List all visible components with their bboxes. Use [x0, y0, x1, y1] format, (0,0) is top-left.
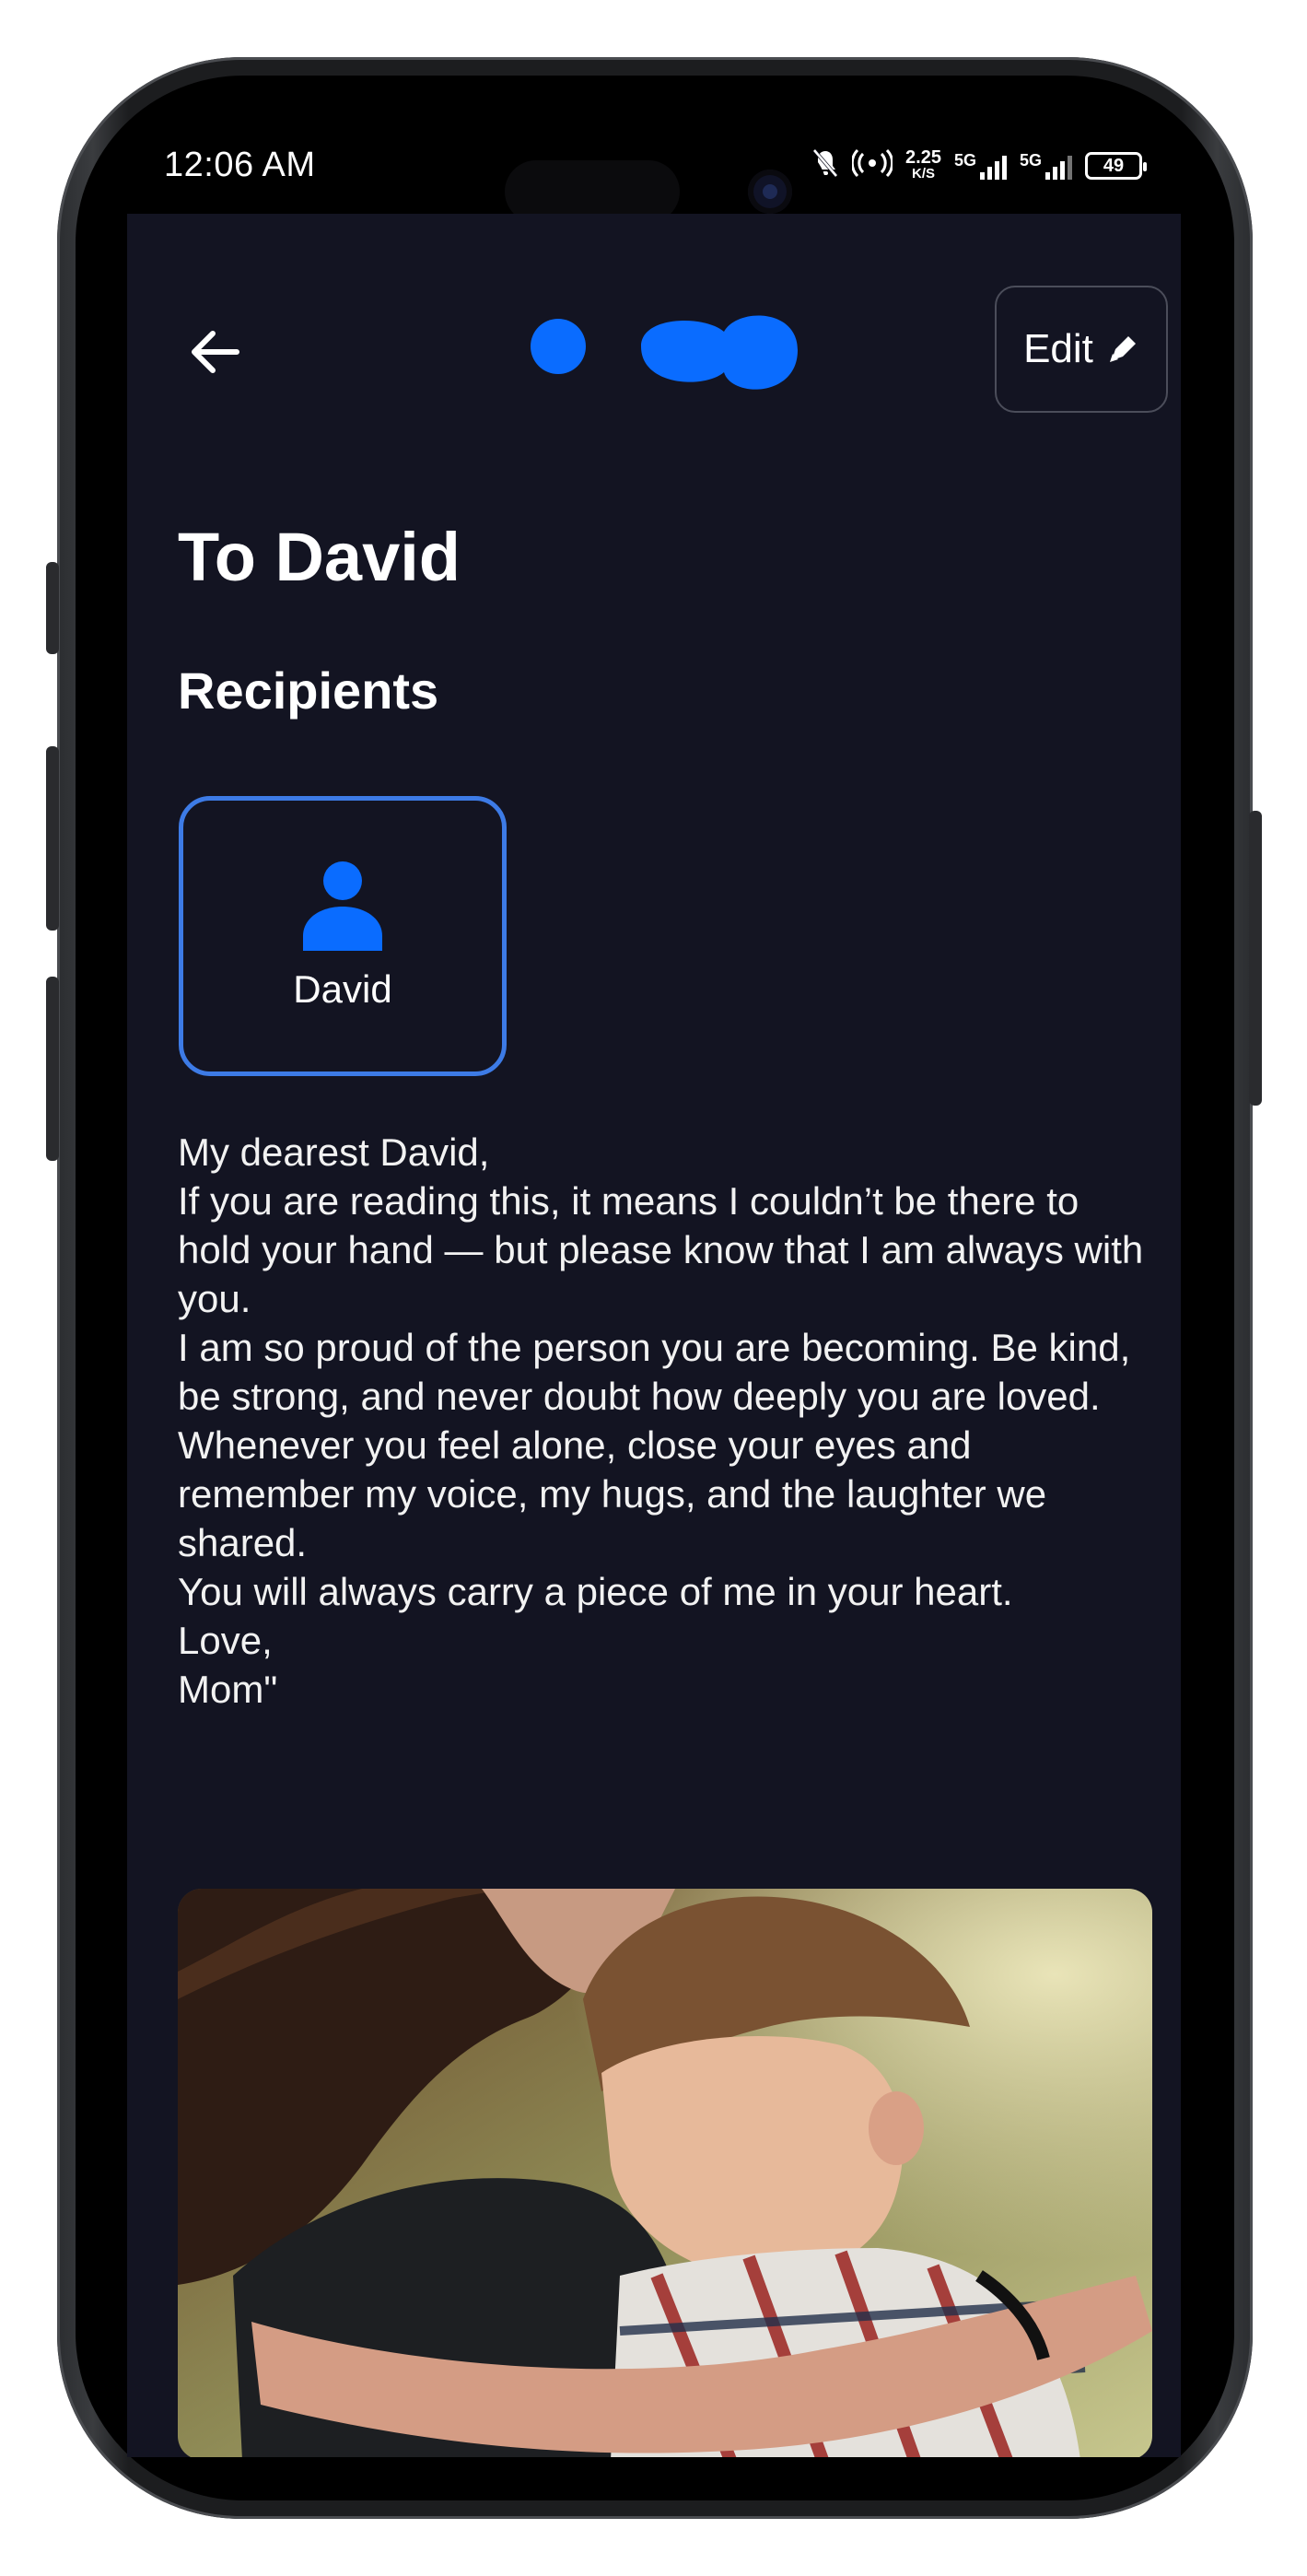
- message-body: My dearest David, If you are reading thi…: [178, 1128, 1145, 1714]
- edit-button-label: Edit: [1023, 326, 1093, 371]
- app-screen: Edit To David Recipients David My deares…: [127, 214, 1181, 2457]
- phone-button-volume-up: [46, 746, 59, 931]
- signal-2-label: 5G: [1019, 151, 1042, 170]
- status-icons: 2.25 K/S 5G 5G 49: [811, 147, 1147, 184]
- recipients-heading: Recipients: [178, 662, 439, 720]
- message-line: Love,: [178, 1619, 273, 1662]
- message-line: Mom": [178, 1668, 278, 1711]
- network-speed: 2.25 K/S: [905, 147, 941, 182]
- signal-bars-icon: [979, 152, 1007, 180]
- signal-1-label: 5G: [953, 151, 976, 170]
- phone-button-action: [46, 562, 59, 654]
- battery-level: 49: [1103, 155, 1125, 176]
- signal-1: 5G: [954, 152, 1007, 180]
- message-line: Whenever you feel alone, close your eyes…: [178, 1423, 1047, 1564]
- battery-icon: 49: [1085, 152, 1147, 180]
- app-logo: [531, 315, 798, 390]
- signal-2: 5G: [1020, 152, 1072, 180]
- recipient-card[interactable]: David: [179, 796, 507, 1076]
- network-speed-value: 2.25: [905, 147, 941, 168]
- message-line: My dearest David,: [178, 1130, 490, 1174]
- phone-button-volume-down: [46, 977, 59, 1161]
- status-time: 12:06 AM: [164, 146, 316, 184]
- network-speed-unit: K/S: [911, 166, 935, 181]
- phone-button-power: [1249, 811, 1262, 1106]
- front-camera: [748, 170, 792, 214]
- pencil-icon: [1109, 336, 1136, 362]
- attached-photo[interactable]: [178, 1889, 1152, 2457]
- photo-illustration: [178, 1889, 1152, 2457]
- recipient-name: David: [293, 967, 392, 1011]
- person-icon: [303, 861, 382, 951]
- hotspot-icon: [850, 147, 894, 184]
- signal-bars-icon: [1045, 152, 1072, 180]
- back-button[interactable]: [182, 320, 247, 384]
- message-line: If you are reading this, it means I coul…: [178, 1179, 1144, 1320]
- edit-button[interactable]: Edit: [995, 286, 1168, 413]
- message-line: I am so proud of the person you are beco…: [178, 1326, 1131, 1418]
- page-title: To David: [178, 519, 461, 595]
- arrow-left-icon: [192, 331, 239, 373]
- message-line: You will always carry a piece of me in y…: [178, 1570, 1013, 1613]
